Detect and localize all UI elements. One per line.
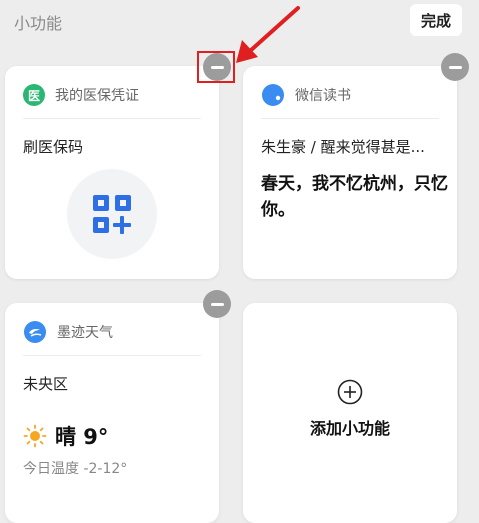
district-label: 未央区 bbox=[23, 375, 69, 393]
add-widget-content: 添加小功能 bbox=[243, 379, 457, 439]
weather-app-icon bbox=[24, 321, 46, 343]
qr-code-icon bbox=[93, 195, 131, 234]
add-widget-label: 添加小功能 bbox=[309, 419, 390, 438]
divider bbox=[23, 118, 201, 119]
weather-now: 晴 9° bbox=[23, 421, 108, 451]
remove-weread-button[interactable] bbox=[441, 53, 469, 81]
medical-app-icon: 医 bbox=[23, 84, 45, 106]
remove-weather-button[interactable] bbox=[203, 290, 231, 318]
medical-icon-glyph: 医 bbox=[27, 88, 40, 103]
page-title: 小功能 bbox=[14, 14, 63, 33]
app-name: 微信读书 bbox=[295, 88, 351, 104]
card-header: 墨迹天气 bbox=[23, 319, 201, 345]
app-name: 我的医保凭证 bbox=[55, 88, 139, 104]
annotation-arrow-icon bbox=[236, 6, 300, 63]
qr-code-button[interactable] bbox=[67, 169, 157, 259]
minus-icon bbox=[210, 302, 224, 306]
card-header: 医 我的医保凭证 bbox=[23, 82, 201, 108]
card-header: 微信读书 bbox=[261, 82, 439, 108]
divider bbox=[23, 355, 201, 356]
weather-condition: 晴 9° bbox=[55, 425, 109, 449]
app-name: 墨迹天气 bbox=[57, 325, 113, 341]
widget-card-weather[interactable]: 墨迹天气 未央区 晴 9° 今日温度 -2-12° bbox=[5, 303, 219, 523]
minus-icon bbox=[448, 65, 462, 69]
sun-icon bbox=[23, 424, 47, 448]
plus-circle-icon bbox=[337, 379, 363, 405]
action-label: 刷医保码 bbox=[23, 138, 84, 156]
add-widget-card[interactable]: 添加小功能 bbox=[243, 303, 457, 523]
divider bbox=[261, 118, 439, 119]
weread-app-icon bbox=[262, 84, 284, 106]
widget-card-weread[interactable]: 微信读书 朱生豪 / 醒来觉得甚是... 春天，我不忆杭州，只忆你。 bbox=[243, 66, 457, 279]
done-button[interactable]: 完成 bbox=[410, 4, 462, 36]
book-line: 朱生豪 / 醒来觉得甚是... bbox=[261, 138, 425, 156]
widget-card-medical[interactable]: 医 我的医保凭证 刷医保码 bbox=[5, 66, 219, 279]
temperature-range: 今日温度 -2-12° bbox=[23, 461, 128, 477]
book-quote: 春天，我不忆杭州，只忆你。 bbox=[261, 174, 448, 220]
